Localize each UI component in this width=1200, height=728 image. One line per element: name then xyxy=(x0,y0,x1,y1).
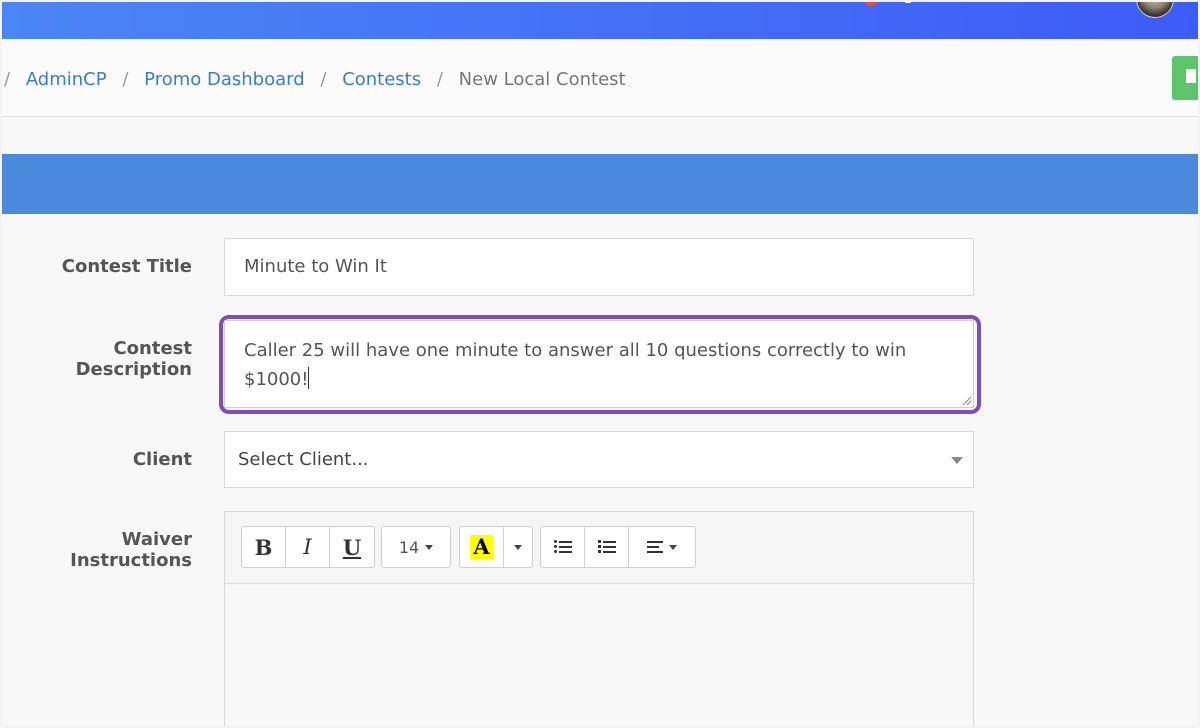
breadcrumb-admincp[interactable]: AdminCP xyxy=(26,69,107,90)
align-left-icon xyxy=(647,541,663,553)
bullet-list-button[interactable] xyxy=(541,527,585,567)
bullet-list-icon xyxy=(553,540,572,554)
font-size-value: 14 xyxy=(398,537,420,557)
chevron-down-icon xyxy=(669,544,677,550)
action-button[interactable] xyxy=(1172,56,1198,100)
client-label: Client xyxy=(132,449,192,470)
text-cursor xyxy=(308,367,310,389)
color-group: A xyxy=(459,526,533,568)
app-frame: / AdminCP / Promo Dashboard / Contests /… xyxy=(2,2,1198,726)
notification-dot-icon[interactable] xyxy=(864,2,878,6)
chevron-down-icon xyxy=(425,544,434,550)
resize-handle[interactable] xyxy=(963,397,971,405)
breadcrumb-promo-dashboard[interactable]: Promo Dashboard xyxy=(144,69,304,90)
underline-button[interactable]: U xyxy=(330,527,374,567)
breadcrumb-separator: / xyxy=(436,69,443,90)
editor-toolbar: B I U 14 A xyxy=(225,512,973,584)
contest-title-input[interactable]: Minute to Win It xyxy=(224,238,974,296)
font-size-group: 14 xyxy=(381,526,451,568)
user-menu-fragment[interactable] xyxy=(905,2,911,3)
top-navbar xyxy=(2,2,1198,39)
breadcrumb-separator: / xyxy=(122,69,129,90)
rich-text-editor: B I U 14 A xyxy=(224,511,974,726)
waiver-instructions-label: Waiver Instructions xyxy=(70,529,192,571)
bookmark-icon xyxy=(1186,69,1196,83)
align-dropdown-button[interactable] xyxy=(629,527,695,567)
contest-title-label: Contest Title xyxy=(61,256,192,277)
italic-button[interactable]: I xyxy=(286,527,330,567)
description-text: Caller 25 will have one minute to answer… xyxy=(244,340,907,390)
chevron-down-icon xyxy=(514,544,522,550)
breadcrumb-current: New Local Contest xyxy=(458,69,626,90)
chevron-down-icon xyxy=(951,457,963,464)
numbered-list-icon xyxy=(597,540,616,554)
breadcrumb-separator: / xyxy=(4,69,11,90)
breadcrumb: / AdminCP / Promo Dashboard / Contests /… xyxy=(2,69,626,90)
color-dropdown-button[interactable] xyxy=(504,527,532,567)
numbered-list-button[interactable] xyxy=(585,527,629,567)
text-color-icon: A xyxy=(470,535,493,559)
client-select-value: Select Client... xyxy=(238,449,369,470)
contest-description-label: Contest Description xyxy=(75,338,192,380)
panel-header xyxy=(2,154,1198,214)
breadcrumb-contests[interactable]: Contests xyxy=(342,69,421,90)
text-color-button[interactable]: A xyxy=(460,527,504,567)
contest-description-textarea[interactable]: Caller 25 will have one minute to answer… xyxy=(224,320,974,408)
bold-button[interactable]: B xyxy=(242,527,286,567)
client-select[interactable]: Select Client... xyxy=(224,431,974,488)
waiver-instructions-editor-area[interactable] xyxy=(225,585,973,726)
font-size-dropdown[interactable]: 14 xyxy=(382,527,450,567)
breadcrumb-separator: / xyxy=(320,69,327,90)
user-avatar[interactable] xyxy=(1136,2,1174,18)
breadcrumb-bar: / AdminCP / Promo Dashboard / Contests /… xyxy=(2,39,1198,117)
format-button-group: B I U xyxy=(241,526,375,568)
paragraph-group xyxy=(540,526,696,568)
